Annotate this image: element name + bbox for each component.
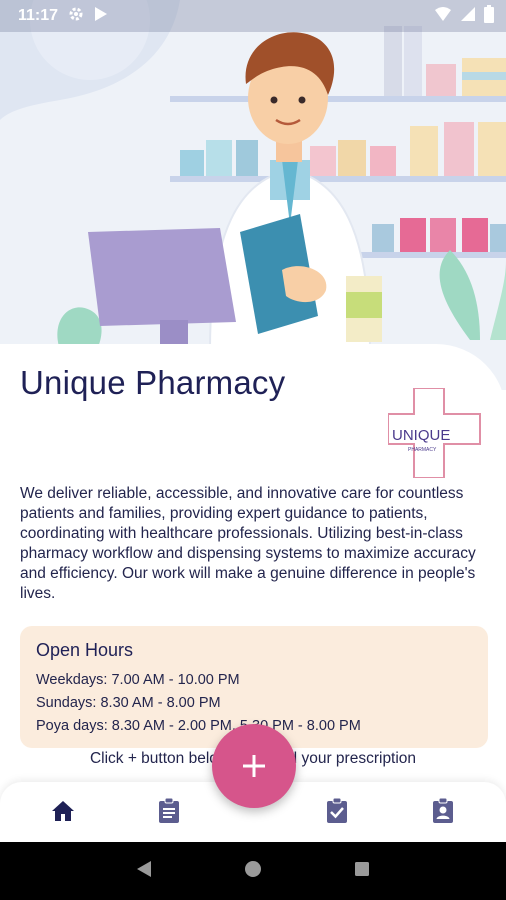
pharmacist-illustration [0, 0, 506, 360]
pharmacy-logo: UNIQUE PHARMACY [387, 387, 488, 479]
settings-icon [68, 6, 84, 27]
signal-icon [460, 6, 476, 27]
logo-text: UNIQUE [392, 427, 450, 444]
play-store-icon [94, 6, 108, 27]
battery-icon [484, 4, 494, 28]
nav-orders[interactable] [322, 796, 352, 826]
wifi-icon [434, 6, 452, 27]
home-circle-icon[interactable] [244, 860, 262, 883]
status-bar: 11:17 [0, 0, 506, 32]
hero-illustration [0, 0, 506, 390]
clipboard-icon [159, 798, 179, 823]
recents-icon[interactable] [354, 861, 370, 882]
upload-prescription-button[interactable] [212, 724, 296, 808]
weekdays-hours: Weekdays: 7.00 AM - 10.00 PM [36, 672, 240, 688]
system-navigation-bar [0, 842, 506, 900]
home-icon [52, 801, 74, 821]
nav-prescriptions[interactable] [154, 796, 184, 826]
pharmacy-description: We deliver reliable, accessible, and inn… [20, 485, 476, 602]
content-card: Unique Pharmacy UNIQUE PHARMACY We deliv… [0, 344, 506, 784]
contact-card-icon [433, 798, 453, 823]
open-hours-title: Open Hours [36, 640, 134, 660]
status-time: 11:17 [18, 7, 59, 24]
logo-subtext: PHARMACY [408, 447, 437, 453]
nav-profile[interactable] [428, 796, 458, 826]
title-row: Unique Pharmacy UNIQUE PHARMACY [20, 364, 488, 479]
plus-icon [243, 755, 265, 777]
nav-home[interactable] [48, 796, 78, 826]
clipboard-check-icon [327, 798, 347, 823]
sundays-hours: Sundays: 8.30 AM - 8.00 PM [36, 695, 221, 711]
back-icon[interactable] [136, 860, 152, 883]
